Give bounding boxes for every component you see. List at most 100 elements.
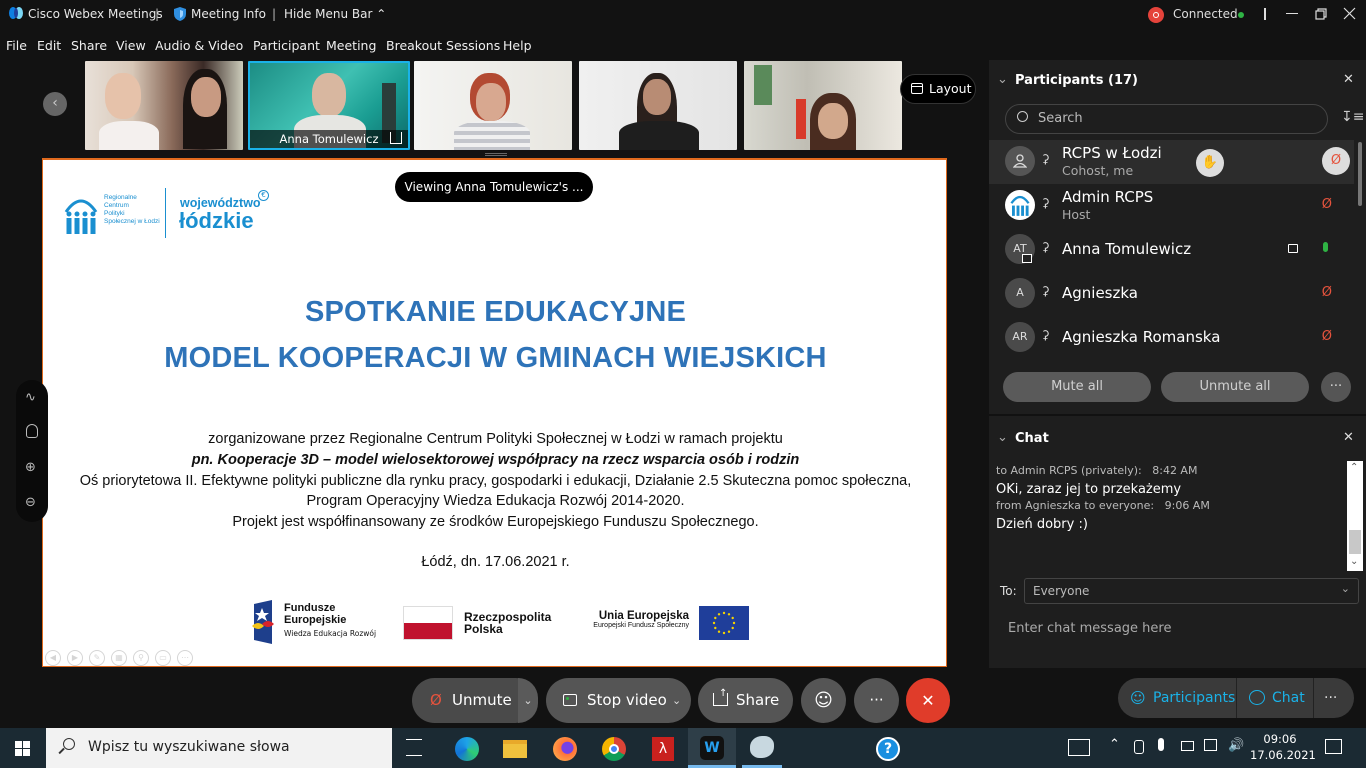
video-thumbnail[interactable] — [85, 61, 243, 150]
menu-share[interactable]: Share — [71, 38, 107, 53]
share-button[interactable]: ↑ Share — [698, 678, 793, 723]
menu-view[interactable]: View — [116, 38, 146, 53]
video-thumbnail[interactable] — [414, 61, 572, 150]
participant-row[interactable]: AR ⚳ Agnieszka Romanska Ø — [989, 316, 1354, 360]
panels-more-button[interactable]: ··· — [1324, 678, 1337, 718]
participants-scrollbar[interactable] — [1358, 142, 1362, 206]
participants-panel-button[interactable]: ☺ Participants — [1118, 678, 1237, 718]
video-thumbnail-active[interactable]: Anna Tomulewicz — [248, 61, 410, 150]
hide-menu-bar-button[interactable]: Hide Menu Bar ⌃ — [284, 7, 386, 21]
menu-file[interactable]: File — [6, 38, 27, 53]
hide-menu-bar-label: Hide Menu Bar — [284, 7, 373, 21]
network-icon[interactable] — [1204, 739, 1217, 751]
menu-edit[interactable]: Edit — [37, 38, 61, 53]
active-mic-icon[interactable] — [1323, 242, 1328, 252]
camera-in-use-icon[interactable] — [1134, 740, 1144, 754]
shared-presentation: Regionalne Centrum Polityki Społecznej w… — [42, 158, 947, 667]
minimize-icon[interactable] — [1286, 13, 1298, 14]
close-participants-icon[interactable]: ✕ — [1343, 72, 1354, 87]
microphone-icon[interactable] — [1158, 738, 1164, 751]
video-thumbnail[interactable] — [744, 61, 902, 150]
video-options-chevron-icon[interactable]: ⌄ — [672, 678, 681, 723]
paint-taskbar-button[interactable] — [742, 728, 782, 768]
battery-icon[interactable] — [1181, 741, 1194, 751]
more-options-button[interactable]: ··· — [854, 678, 899, 723]
reactions-button[interactable]: ☺ — [801, 678, 846, 723]
file-explorer-icon[interactable] — [503, 740, 527, 758]
firefox-icon[interactable] — [553, 737, 577, 761]
search-icon — [1017, 111, 1028, 122]
volume-icon[interactable]: 🔊 — [1228, 738, 1244, 753]
scroll-up-icon[interactable]: ⌃ — [1350, 462, 1358, 473]
polish-flag-icon — [403, 606, 453, 640]
participants-more-button[interactable]: ··· — [1321, 372, 1351, 402]
chat-recipient-select[interactable]: Everyone ⌄ — [1024, 578, 1359, 604]
muted-mic-icon[interactable]: Ø — [1322, 147, 1350, 175]
notifications-icon[interactable] — [1325, 739, 1342, 754]
chat-message-input[interactable]: Enter chat message here — [989, 612, 1366, 668]
acrobat-icon[interactable]: λ — [652, 737, 674, 761]
pen-icon[interactable]: ✎ — [89, 650, 105, 666]
zoom-icon[interactable]: ⚲ — [133, 650, 149, 666]
sort-icon[interactable]: ↧≡ — [1341, 109, 1364, 125]
chrome-icon[interactable] — [602, 737, 626, 761]
participant-row[interactable]: A ⚳ Agnieszka Ø — [989, 272, 1354, 316]
chevron-down-icon[interactable]: ⌄ — [997, 430, 1008, 445]
chevron-down-icon[interactable]: ⌄ — [997, 72, 1008, 87]
stop-video-button[interactable]: Stop video ⌄ — [546, 678, 691, 723]
video-thumbnail[interactable] — [579, 61, 737, 150]
news-icon[interactable] — [1068, 739, 1090, 756]
recording-icon[interactable] — [1148, 7, 1164, 23]
unmute-button[interactable]: Ø Unmute ⌄ — [412, 678, 538, 723]
zoom-in-icon[interactable]: ⊕ — [25, 460, 36, 475]
participant-row[interactable]: ⚳ RCPS w Łodzi Cohost, me ✋ Ø — [989, 140, 1354, 184]
participant-row[interactable]: ⚳ Admin RCPS Host Ø — [989, 184, 1354, 228]
webex-taskbar-button[interactable]: W — [688, 728, 736, 768]
menu-audio-video[interactable]: Audio & Video — [155, 38, 243, 53]
zoom-out-icon[interactable]: ⊖ — [25, 495, 36, 510]
menu-meeting[interactable]: Meeting — [326, 38, 376, 53]
muted-mic-icon[interactable]: Ø — [1322, 197, 1332, 212]
menu-participant[interactable]: Participant — [253, 38, 320, 53]
leave-meeting-button[interactable]: ✕ — [906, 678, 950, 723]
resize-handle[interactable] — [485, 153, 507, 156]
raise-hand-icon[interactable]: ✋ — [1196, 149, 1224, 177]
scrollbar-thumb[interactable] — [1349, 530, 1361, 554]
close-window-icon[interactable] — [1343, 7, 1356, 23]
help-icon[interactable]: ? — [876, 737, 900, 761]
mute-all-button[interactable]: Mute all — [1003, 372, 1151, 402]
participant-name-label: Anna Tomulewicz — [250, 130, 408, 148]
chat-scrollbar[interactable]: ⌃ ⌄ — [1347, 461, 1363, 571]
rzeczpospolita-label: Rzeczpospolita Polska — [464, 610, 552, 636]
taskbar-search-input[interactable]: Wpisz tu wyszukiwane słowa — [46, 728, 392, 768]
annotate-icon[interactable]: ∿ — [25, 390, 36, 405]
windows-start-icon[interactable] — [15, 741, 30, 756]
slide-prev-icon[interactable]: ◀ — [45, 650, 61, 666]
muted-mic-icon[interactable]: Ø — [1322, 285, 1332, 300]
chat-panel-button[interactable]: Chat — [1238, 678, 1314, 718]
show-hidden-icons-icon[interactable]: ⌃ — [1109, 737, 1120, 752]
task-view-icon[interactable] — [406, 739, 422, 756]
scroll-down-icon[interactable]: ⌄ — [1350, 556, 1358, 567]
participant-row[interactable]: AT ⚳ Anna Tomulewicz — [989, 228, 1354, 272]
meeting-info-button[interactable]: Meeting Info — [191, 7, 266, 21]
slides-icon[interactable]: ▦ — [111, 650, 127, 666]
taskbar-clock[interactable]: 09:06 17.06.2021 — [1250, 731, 1316, 763]
unmute-all-button[interactable]: Unmute all — [1161, 372, 1309, 402]
layout-button[interactable]: Layout — [900, 74, 976, 104]
menu-breakout-sessions[interactable]: Breakout Sessions — [386, 38, 500, 53]
chat-message-meta: from Agnieszka to everyone: 9:06 AM — [996, 499, 1210, 512]
more-icon[interactable]: ⋯ — [177, 650, 193, 666]
restore-icon[interactable] — [1315, 8, 1327, 23]
slide-next-icon[interactable]: ▶ — [67, 650, 83, 666]
pointer-icon[interactable] — [26, 424, 38, 438]
subtitles-icon[interactable]: ▭ — [155, 650, 171, 666]
muted-mic-icon[interactable]: Ø — [1322, 329, 1332, 344]
video-strip-prev-button[interactable]: ‹ — [43, 92, 67, 116]
participant-search-input[interactable]: Search — [1005, 104, 1328, 134]
close-chat-icon[interactable]: ✕ — [1343, 430, 1354, 445]
edge-icon[interactable] — [455, 737, 479, 761]
logo-text: Polityki — [104, 210, 125, 217]
audio-options-chevron-icon[interactable]: ⌄ — [518, 678, 538, 723]
menu-help[interactable]: Help — [503, 38, 532, 53]
